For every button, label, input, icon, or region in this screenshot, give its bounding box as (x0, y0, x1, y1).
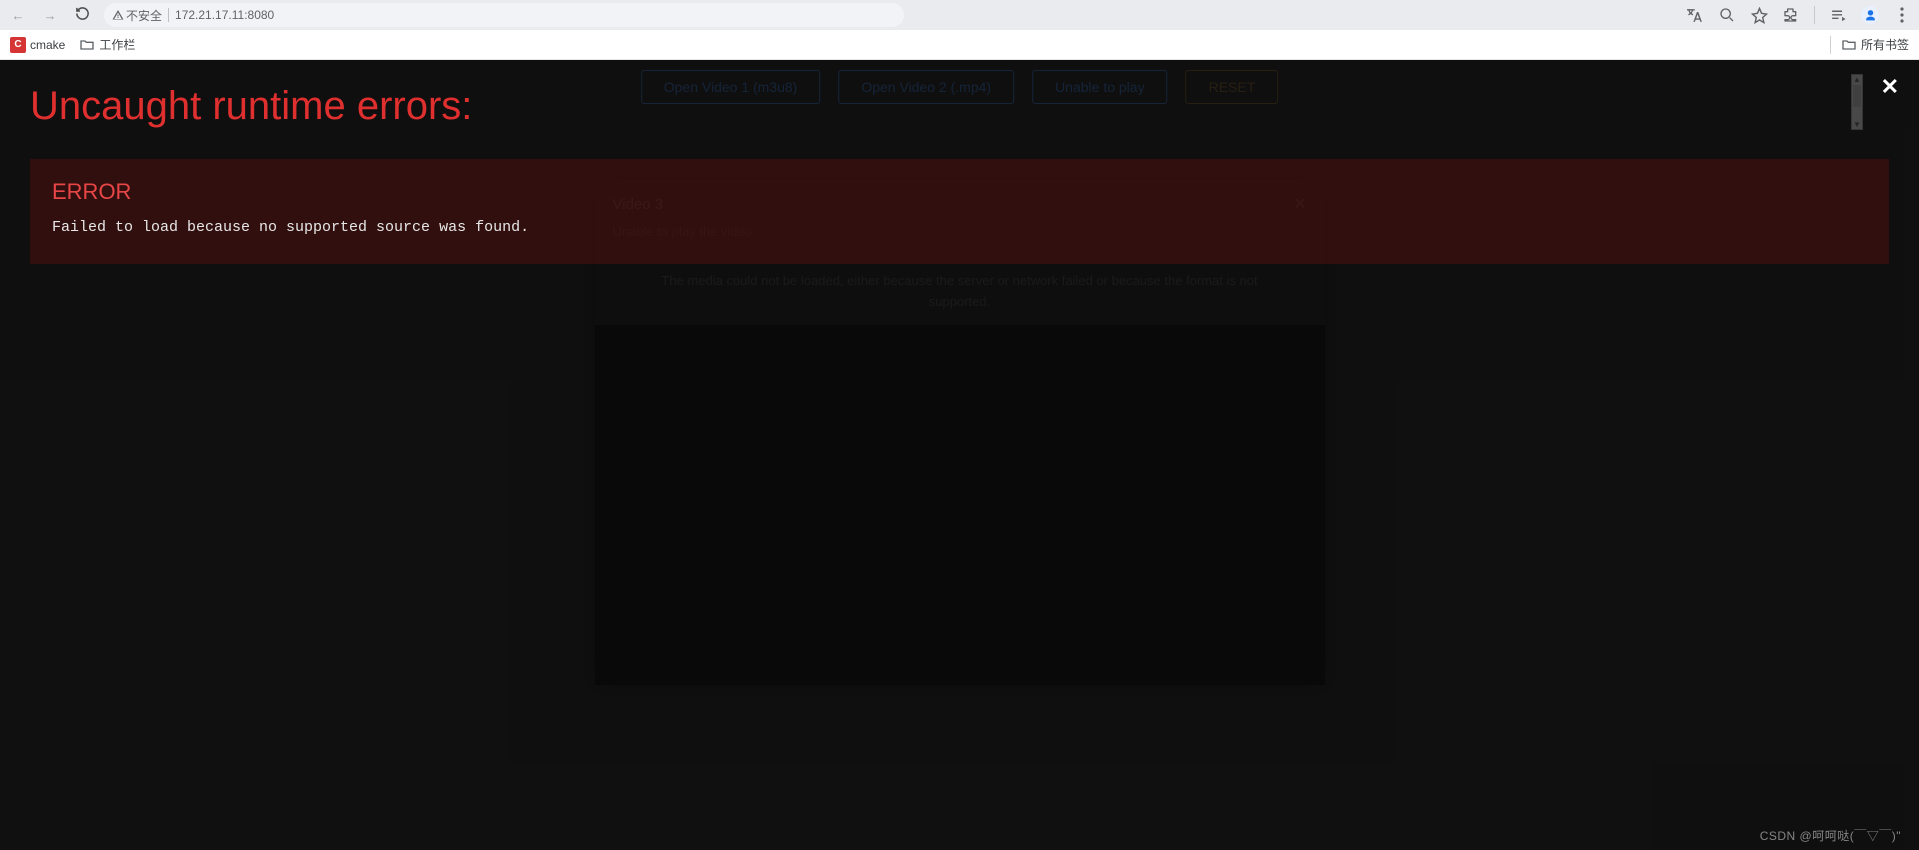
overlay-close-button[interactable]: ✕ (1881, 74, 1899, 100)
error-block: ERROR Failed to load because no supporte… (30, 159, 1889, 264)
favicon-icon: C (10, 37, 26, 53)
toolbar-right (1686, 6, 1911, 24)
translate-icon[interactable] (1686, 6, 1704, 24)
kebab-menu-icon[interactable] (1893, 6, 1911, 24)
folder-icon (79, 37, 95, 53)
bookmarks-right: 所有书签 (1830, 36, 1909, 54)
url-text: 172.21.17.11:8080 (175, 8, 274, 22)
extensions-icon[interactable] (1782, 6, 1800, 24)
nav-back-button[interactable]: ← (8, 8, 28, 23)
app-viewport: Open Video 1 (m3u8) Open Video 2 (.mp4) … (0, 60, 1919, 850)
all-bookmarks-button[interactable]: 所有书签 (1841, 36, 1909, 53)
bookmark-label: 工作栏 (99, 36, 135, 53)
overlay-title: Uncaught runtime errors: (0, 84, 1919, 129)
warning-icon (112, 9, 124, 21)
divider (168, 8, 169, 22)
reload-button[interactable] (72, 6, 92, 24)
bookmark-item-folder[interactable]: 工作栏 (79, 36, 135, 53)
bookmark-item-cmake[interactable]: C cmake (10, 37, 65, 53)
all-bookmarks-label: 所有书签 (1861, 36, 1909, 53)
nav-forward-button[interactable]: → (40, 8, 60, 23)
error-message-text: Failed to load because no supported sour… (52, 219, 1867, 236)
browser-toolbar: ← → 不安全 172.21.17.11:8080 (0, 0, 1919, 30)
profile-avatar[interactable] (1861, 6, 1879, 24)
watermark-text: CSDN @呵呵哒(￣▽￣)" (1760, 827, 1901, 844)
runtime-error-overlay: ✕ Uncaught runtime errors: ERROR Failed … (0, 60, 1919, 850)
bookmark-star-icon[interactable] (1750, 6, 1768, 24)
address-bar[interactable]: 不安全 172.21.17.11:8080 (104, 3, 904, 27)
divider (1830, 36, 1831, 54)
security-indicator[interactable]: 不安全 (112, 7, 162, 24)
zoom-icon[interactable] (1718, 6, 1736, 24)
bookmarks-bar: C cmake 工作栏 所有书签 (0, 30, 1919, 60)
divider (1814, 6, 1815, 24)
bookmark-label: cmake (30, 38, 65, 52)
security-label: 不安全 (126, 7, 162, 24)
folder-icon (1841, 37, 1857, 53)
error-label: ERROR (52, 179, 1867, 205)
playlist-icon[interactable] (1829, 6, 1847, 24)
